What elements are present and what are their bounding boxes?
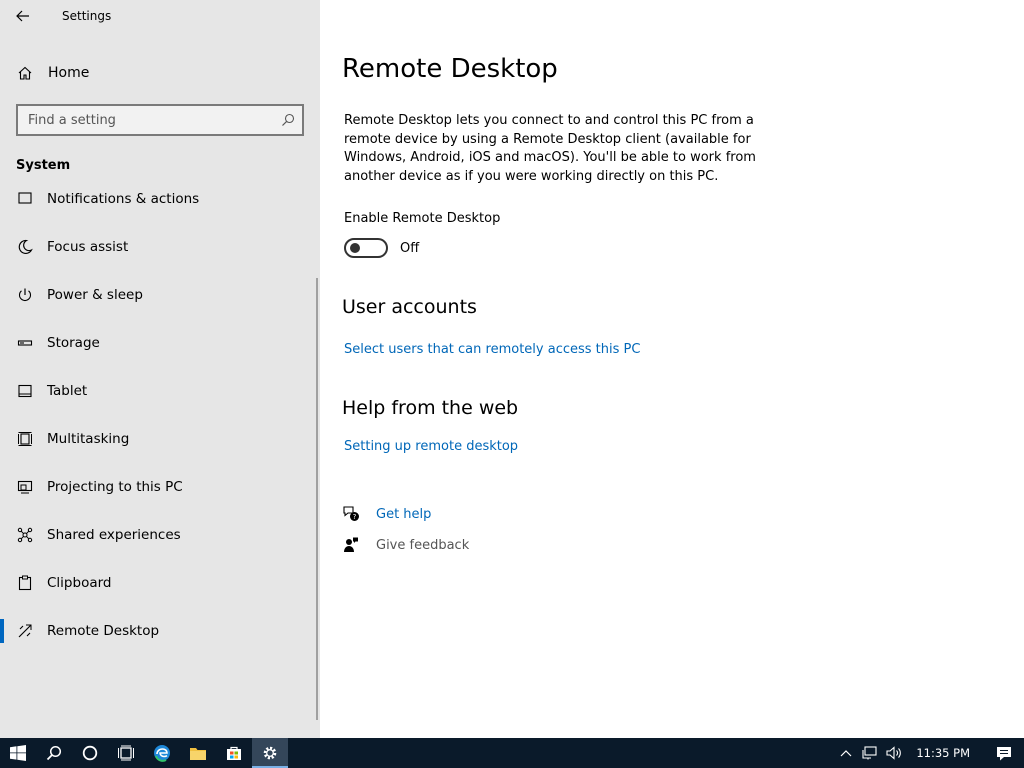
share-icon [0,527,47,543]
storage-icon [0,335,47,351]
search-icon [46,745,62,761]
sidebar-item-label: Shared experiences [47,527,181,543]
sidebar-item-notifications[interactable]: Notifications & actions [0,184,316,219]
search-input[interactable] [18,106,274,134]
section-title: System [16,158,71,173]
user-accounts-heading: User accounts [342,296,477,318]
sidebar-item-label: Clipboard [47,575,112,591]
edge-browser-icon [154,745,170,762]
sidebar-item-tablet[interactable]: Tablet [0,371,316,411]
get-help-link[interactable]: Get help [376,507,431,522]
taskbar: 11:35 PM [0,738,1024,768]
sidebar-item-projecting[interactable]: Projecting to this PC [0,467,316,507]
select-users-link[interactable]: Select users that can remotely access th… [344,342,640,357]
get-help-row[interactable]: ? Get help [342,505,431,523]
network-icon [862,746,877,760]
store-bag-icon [227,746,241,760]
toggle-label: Enable Remote Desktop [344,211,501,226]
notification-icon [0,191,47,207]
sidebar-item-label: Projecting to this PC [47,479,183,495]
start-button[interactable] [0,738,36,768]
remote-desktop-icon [0,623,47,639]
home-label: Home [48,65,90,81]
home-nav-item[interactable]: Home [0,58,320,88]
give-feedback-row[interactable]: Give feedback [342,536,469,554]
task-view-icon [118,745,134,761]
give-feedback-link[interactable]: Give feedback [376,538,469,553]
system-tray: 11:35 PM [834,738,1024,768]
tablet-icon [0,383,47,399]
windows-logo-icon [10,745,26,761]
cortana-button[interactable] [72,738,108,768]
nav-scrollbar[interactable] [316,278,318,720]
sidebar-item-power-sleep[interactable]: Power & sleep [0,275,316,315]
projector-icon [0,479,47,495]
back-button[interactable] [10,4,36,28]
clipboard-icon [0,575,47,591]
action-center-button[interactable] [984,738,1024,768]
sidebar-item-label: Tablet [47,383,88,399]
nav-list: Notifications & actions Focus assist Pow… [0,184,316,738]
remote-desktop-toggle[interactable] [344,238,388,258]
network-button[interactable] [858,738,882,768]
svg-text:?: ? [353,513,357,521]
app-title: Settings [62,9,112,23]
taskbar-clock[interactable]: 11:35 PM [906,746,984,760]
search-taskbar-button[interactable] [36,738,72,768]
search-box[interactable] [16,104,304,136]
toggle-state: Off [400,241,420,256]
sidebar-item-label: Multitasking [47,431,130,447]
show-hidden-icons-button[interactable] [834,738,858,768]
content-pane: Remote Desktop Remote Desktop lets you c… [320,0,1024,738]
file-explorer-button[interactable] [180,738,216,768]
speaker-icon [886,746,902,760]
cortana-circle-icon [82,745,98,761]
search-icon[interactable] [274,113,302,127]
folder-icon [190,748,206,760]
sidebar-item-label: Storage [47,335,100,351]
back-arrow-icon [16,10,29,22]
moon-icon [0,239,47,255]
multitasking-icon [0,431,47,447]
notification-speech-icon [997,746,1011,760]
sidebar-item-label: Power & sleep [47,287,143,303]
sidebar-item-clipboard[interactable]: Clipboard [0,563,316,603]
sidebar-item-label: Notifications & actions [47,191,200,207]
settings-taskbar-button[interactable] [252,738,288,768]
edge-button[interactable] [144,738,180,768]
sidebar-item-shared-experiences[interactable]: Shared experiences [0,515,316,555]
sidebar-item-label: Focus assist [47,239,129,255]
setting-up-remote-desktop-link[interactable]: Setting up remote desktop [344,439,518,454]
sidebar-item-label: Remote Desktop [47,623,160,639]
gear-icon [263,746,277,760]
volume-button[interactable] [882,738,906,768]
page-description: Remote Desktop lets you connect to and c… [344,113,756,184]
store-button[interactable] [216,738,252,768]
sidebar-item-multitasking[interactable]: Multitasking [0,419,316,459]
sidebar-item-remote-desktop[interactable]: Remote Desktop [0,611,316,651]
sidebar-item-storage[interactable]: Storage [0,323,316,363]
page-title: Remote Desktop [342,54,558,84]
help-heading: Help from the web [342,397,519,419]
title-bar: Settings [0,0,320,32]
sidebar-item-focus-assist[interactable]: Focus assist [0,227,316,267]
task-view-button[interactable] [108,738,144,768]
feedback-person-icon [342,536,376,554]
navigation-pane: Settings Home System Notifications & act… [0,0,320,738]
power-icon [0,287,47,303]
toggle-knob [350,243,360,253]
help-chat-icon: ? [342,505,376,523]
home-icon [0,65,48,81]
chevron-up-icon [840,750,852,757]
